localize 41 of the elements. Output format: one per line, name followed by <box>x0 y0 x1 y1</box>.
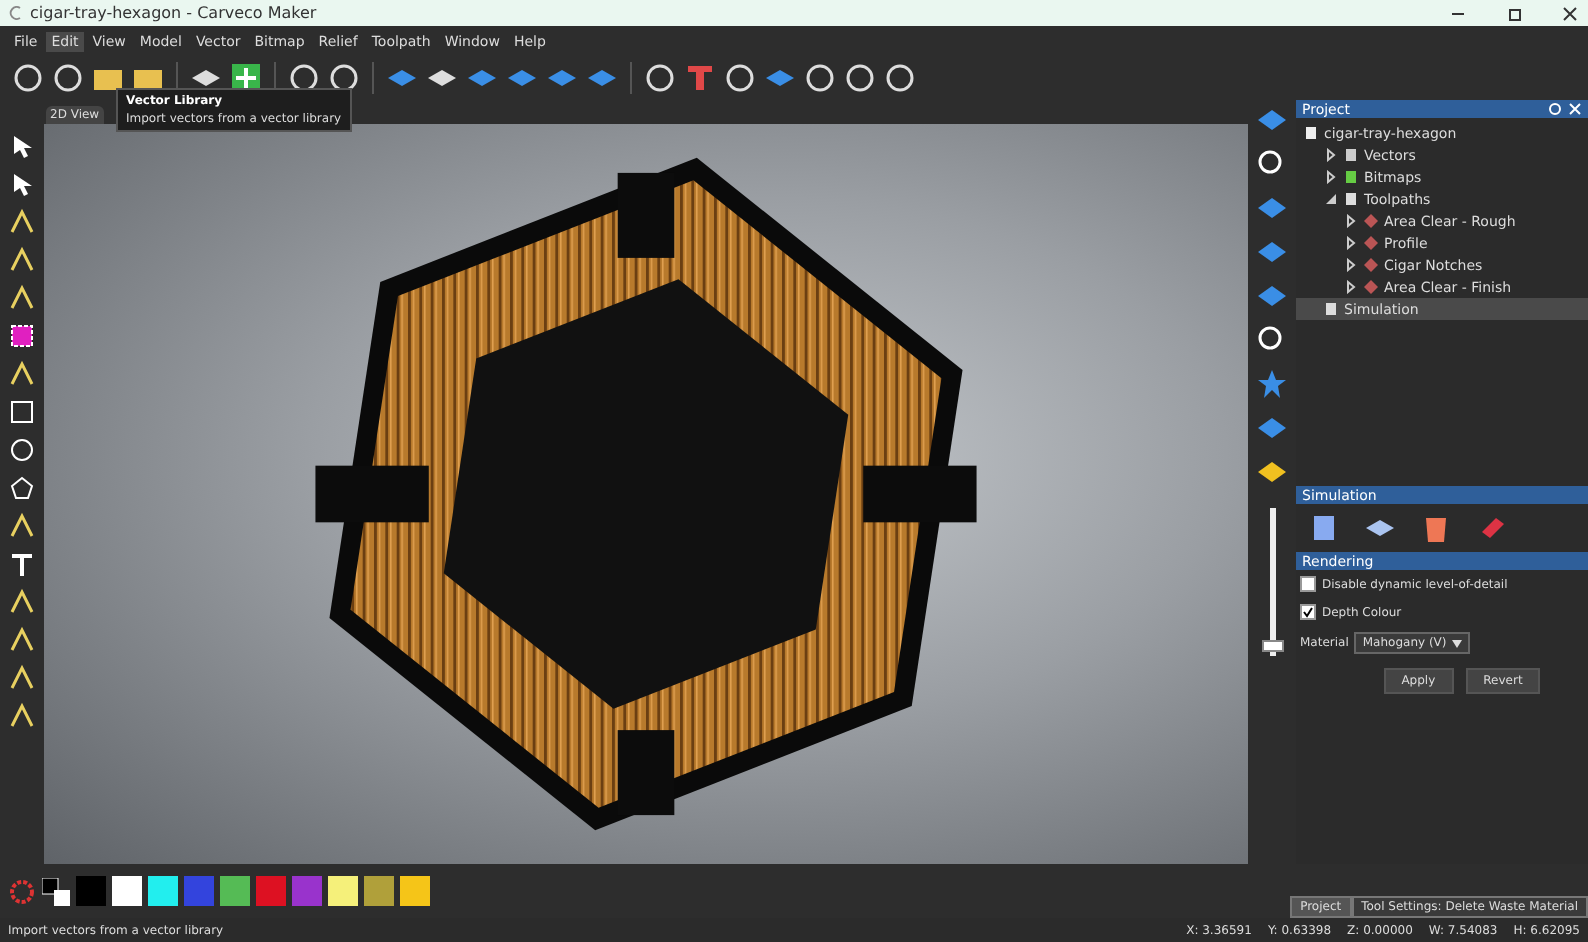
text-icon[interactable] <box>8 550 36 578</box>
color-swap-icon[interactable] <box>42 877 70 905</box>
color-swatch[interactable] <box>328 876 358 906</box>
help-icon[interactable] <box>1548 102 1562 116</box>
color-swatch[interactable] <box>220 876 250 906</box>
close-icon[interactable] <box>1560 5 1580 21</box>
document-icon <box>1304 126 1318 140</box>
expander-icon[interactable] <box>1344 258 1358 272</box>
pentagon-icon[interactable] <box>8 474 36 502</box>
expander-icon[interactable] <box>1324 170 1338 184</box>
pointer-icon[interactable] <box>8 132 36 160</box>
circle-icon[interactable] <box>8 436 36 464</box>
dial-icon[interactable] <box>644 62 676 94</box>
color-swatch[interactable] <box>76 876 106 906</box>
folder-icon <box>1324 302 1338 316</box>
color-wheel-icon[interactable] <box>8 877 36 905</box>
rectangle-icon[interactable] <box>8 398 36 426</box>
checkbox[interactable] <box>1300 604 1316 620</box>
color-swatch[interactable] <box>112 876 142 906</box>
caret-icon <box>1452 639 1463 647</box>
checkbox[interactable] <box>1300 576 1316 592</box>
square-selection-icon[interactable] <box>8 322 36 350</box>
node-pointer-icon[interactable] <box>8 170 36 198</box>
expander-icon[interactable] <box>1344 236 1358 250</box>
expander-icon[interactable] <box>1324 148 1338 162</box>
window-title: cigar-tray-hexagon - Carveco Maker <box>30 4 319 22</box>
color-swatch[interactable] <box>256 876 286 906</box>
expander-icon[interactable] <box>1344 214 1358 228</box>
expander-icon[interactable] <box>1324 192 1338 206</box>
bin-icon[interactable] <box>1420 512 1452 544</box>
app-logo-icon <box>8 6 22 20</box>
star-icon[interactable] <box>1256 368 1288 400</box>
restore-icon[interactable] <box>1504 5 1524 21</box>
color-swatch[interactable] <box>292 876 322 906</box>
color-swatch[interactable] <box>184 876 214 906</box>
expander-icon[interactable] <box>1344 280 1358 294</box>
color-swatch[interactable] <box>148 876 178 906</box>
color-swatch[interactable] <box>400 876 430 906</box>
slider-thumb[interactable] <box>1261 639 1283 652</box>
chevron-icon[interactable] <box>8 588 36 616</box>
color-swatch[interactable] <box>364 876 394 906</box>
